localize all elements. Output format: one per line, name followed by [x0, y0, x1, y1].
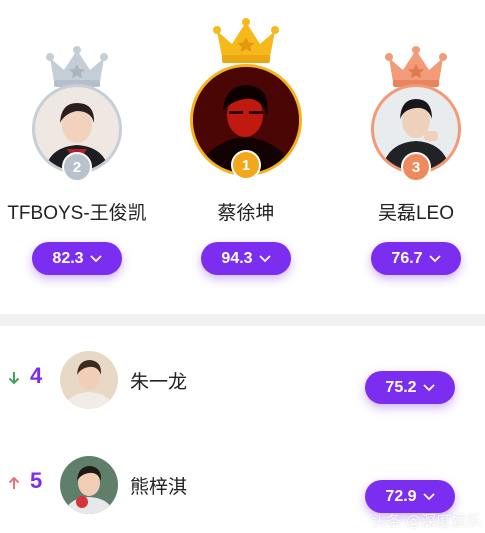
podium-name: 蔡徐坤: [217, 203, 275, 224]
score-value: 72.9: [385, 487, 417, 505]
podium: 2 TFBOYS-王俊凯 82.3 1 蔡徐坤 94.3 3 吴磊LEO 76.…: [0, 0, 485, 312]
chevron-down-icon: [428, 254, 441, 262]
score-value: 94.3: [221, 249, 253, 267]
avatar-photo: [60, 351, 118, 409]
score-button[interactable]: 75.2: [365, 371, 455, 404]
section-divider: [0, 314, 485, 326]
score-value: 82.3: [52, 249, 84, 267]
score-value: 76.7: [391, 249, 423, 267]
score-button[interactable]: 76.7: [371, 242, 461, 275]
rank-medal: 3: [401, 152, 431, 182]
chevron-down-icon: [422, 492, 435, 500]
gold-crown-icon: [213, 18, 279, 63]
avatar-photo: [60, 456, 118, 514]
rank-medal: 2: [62, 152, 92, 182]
score-button[interactable]: 82.3: [32, 242, 122, 275]
list-item[interactable]: 4 朱一龙 75.2: [0, 349, 485, 413]
avatar[interactable]: [60, 351, 118, 409]
list-item-name: 熊梓淇: [130, 477, 188, 498]
podium-entry-3[interactable]: 3 吴磊LEO 76.7: [331, 0, 485, 290]
podium-entry-2[interactable]: 2 TFBOYS-王俊凯 82.3: [0, 0, 162, 290]
rank-number: 5: [30, 468, 43, 493]
list-item[interactable]: 5 熊梓淇 72.9: [0, 454, 485, 518]
chevron-down-icon: [258, 254, 271, 262]
score-button[interactable]: 94.3: [201, 242, 291, 275]
podium-name: 吴磊LEO: [377, 203, 455, 224]
watermark: 头条 @深度娱乐: [371, 512, 481, 530]
arrow-down-icon: [8, 372, 20, 385]
chevron-down-icon: [422, 383, 435, 391]
score-value: 75.2: [385, 378, 417, 396]
chevron-down-icon: [89, 254, 102, 262]
podium-entry-1[interactable]: 1 蔡徐坤 94.3: [161, 0, 331, 290]
rank-medal: 1: [231, 150, 261, 180]
bronze-crown-icon: [385, 46, 447, 87]
podium-name: TFBOYS-王俊凯: [7, 203, 147, 224]
score-button[interactable]: 72.9: [365, 480, 455, 513]
list-item-name: 朱一龙: [130, 372, 188, 393]
arrow-up-icon: [8, 476, 20, 489]
silver-crown-icon: [46, 46, 108, 87]
avatar[interactable]: [60, 456, 118, 514]
rank-number: 4: [30, 363, 43, 388]
